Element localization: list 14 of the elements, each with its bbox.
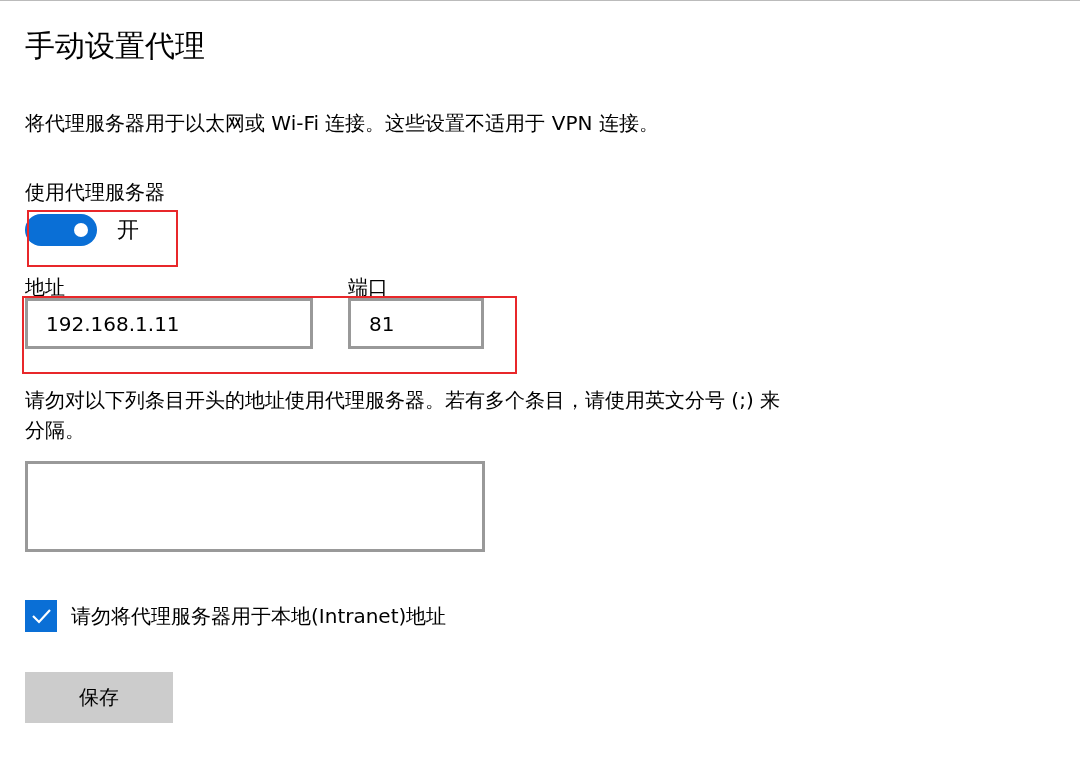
save-button[interactable]: 保存 (25, 672, 173, 723)
proxy-toggle[interactable] (25, 214, 97, 246)
port-label: 端口 (348, 276, 389, 298)
proxy-label: 使用代理服务器 (25, 179, 166, 206)
port-field[interactable]: 81 (348, 298, 484, 349)
toggle-state: 开 (117, 216, 139, 244)
address-field[interactable]: 192.168.1.11 (25, 298, 313, 349)
exceptions-label: 请勿对以下列条目开头的地址使用代理服务器。若有多个条目，请使用英文分号 (;) 来分隔。 (25, 387, 782, 444)
description: 将代理服务器用于以太网或 Wi-Fi 连接。这些设置不适用于 VPN 连接。 (25, 110, 660, 137)
exceptions-field[interactable] (25, 461, 485, 552)
bypass-checkbox[interactable] (25, 600, 57, 632)
page-title: 手动设置代理 (25, 27, 206, 65)
bypass-label: 请勿将代理服务器用于本地(Intranet)地址 (71, 602, 447, 630)
address-label: 地址 (25, 276, 66, 298)
